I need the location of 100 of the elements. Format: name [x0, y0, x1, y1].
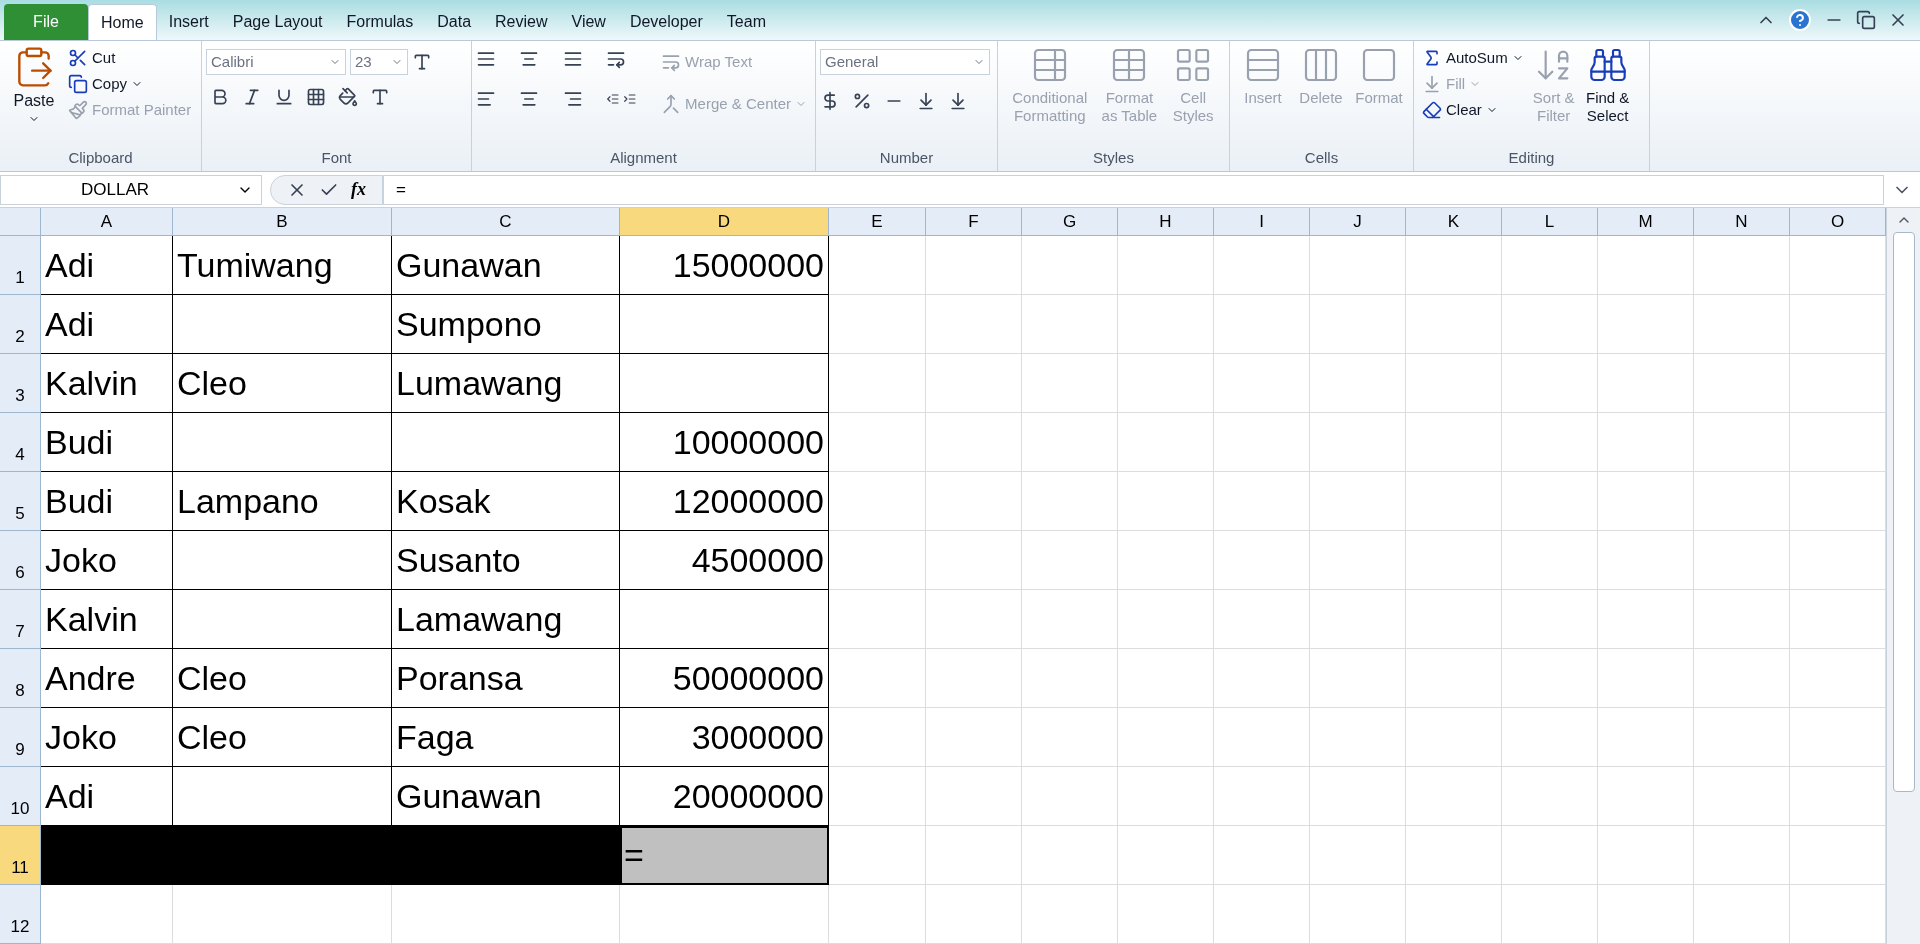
column-header[interactable]: C	[392, 208, 620, 236]
paste-button[interactable]: Paste	[4, 45, 64, 147]
borders-icon[interactable]	[306, 87, 326, 107]
empty-cell[interactable]	[620, 354, 829, 413]
table-cell[interactable]: Budi	[41, 413, 173, 472]
table-cell[interactable]: Joko	[41, 708, 173, 767]
column-header[interactable]: J	[1310, 208, 1406, 236]
column-header[interactable]: F	[926, 208, 1022, 236]
row-header[interactable]: 4	[0, 413, 41, 472]
font-size-dropdown[interactable]: 23	[350, 49, 408, 75]
empty-cell[interactable]	[620, 590, 829, 649]
filled-cell[interactable]	[41, 826, 173, 885]
table-cell[interactable]: Tumiwang	[173, 236, 392, 295]
table-cell[interactable]: =	[620, 826, 829, 885]
empty-cell[interactable]	[173, 531, 392, 590]
ribbon-tab[interactable]: Home	[88, 4, 157, 40]
restore-icon[interactable]	[1856, 10, 1876, 30]
align-bottom-icon[interactable]	[562, 49, 583, 69]
table-cell[interactable]: Faga	[392, 708, 620, 767]
table-cell[interactable]: Gunawan	[392, 236, 620, 295]
column-header[interactable]: O	[1790, 208, 1886, 236]
percent-icon[interactable]	[852, 91, 872, 111]
table-cell[interactable]: Kalvin	[41, 354, 173, 413]
table-cell[interactable]: Budi	[41, 472, 173, 531]
help-icon[interactable]	[1788, 8, 1812, 32]
table-cell[interactable]: Andre	[41, 649, 173, 708]
row-header[interactable]: 1	[0, 236, 41, 295]
insert-function-button[interactable]: fx	[351, 176, 366, 203]
ribbon-tab[interactable]: Team	[714, 4, 778, 40]
ribbon-button[interactable]: AutoSum	[1418, 45, 1528, 71]
table-cell[interactable]: 4500000	[620, 531, 829, 590]
table-cell[interactable]: Cleo	[173, 649, 392, 708]
table-cell[interactable]: Poransa	[392, 649, 620, 708]
file-tab[interactable]: File	[4, 4, 88, 40]
row-header[interactable]: 8	[0, 649, 41, 708]
column-header[interactable]: A	[41, 208, 173, 236]
empty-cell[interactable]	[173, 295, 392, 354]
align-right-icon[interactable]	[562, 89, 583, 109]
italic-icon[interactable]	[242, 87, 262, 107]
table-cell[interactable]: Cleo	[173, 708, 392, 767]
ribbon-button[interactable]: Find & Select	[1579, 45, 1636, 147]
ribbon-button[interactable]: Cut	[64, 45, 196, 71]
table-cell[interactable]: Kosak	[392, 472, 620, 531]
table-cell[interactable]: Adi	[41, 236, 173, 295]
row-header[interactable]: 2	[0, 295, 41, 354]
table-cell[interactable]: 50000000	[620, 649, 829, 708]
ribbon-tab[interactable]: View	[559, 4, 618, 40]
table-cell[interactable]: 15000000	[620, 236, 829, 295]
select-all-corner[interactable]	[0, 208, 41, 236]
font-color-icon[interactable]	[370, 87, 390, 107]
ribbon-button[interactable]: Clear	[1418, 97, 1528, 123]
align-middle-icon[interactable]	[519, 49, 540, 69]
row-header[interactable]: 6	[0, 531, 41, 590]
fill-color-icon[interactable]	[338, 87, 358, 107]
table-cell[interactable]: Cleo	[173, 354, 392, 413]
table-cell[interactable]: Lampano	[173, 472, 392, 531]
table-cell[interactable]: Adi	[41, 295, 173, 354]
column-header[interactable]: D	[620, 208, 829, 236]
table-cell[interactable]: 12000000	[620, 472, 829, 531]
row-header[interactable]: 9	[0, 708, 41, 767]
row-header[interactable]: 3	[0, 354, 41, 413]
column-header[interactable]: M	[1598, 208, 1694, 236]
table-cell[interactable]: Lumawang	[392, 354, 620, 413]
table-cell[interactable]: Sumpono	[392, 295, 620, 354]
row-header[interactable]: 11	[0, 826, 41, 885]
column-header[interactable]: B	[173, 208, 392, 236]
empty-cell[interactable]	[173, 590, 392, 649]
ribbon-button[interactable]: Copy	[64, 71, 196, 97]
ribbon-tab[interactable]: Developer	[617, 4, 715, 40]
row-header[interactable]: 7	[0, 590, 41, 649]
table-cell[interactable]: Lamawang	[392, 590, 620, 649]
align-center-icon[interactable]	[519, 89, 540, 109]
formula-input[interactable]: =	[383, 174, 1884, 205]
row-header[interactable]: 10	[0, 767, 41, 826]
scrollbar-thumb[interactable]	[1892, 232, 1915, 792]
row-header[interactable]: 12	[0, 885, 41, 944]
empty-cell[interactable]	[392, 413, 620, 472]
underline-icon[interactable]	[274, 87, 294, 107]
ribbon-tab[interactable]: Formulas	[334, 4, 426, 40]
name-box[interactable]: DOLLAR	[0, 174, 262, 205]
ribbon-tab[interactable]: Insert	[156, 4, 221, 40]
number-format-dropdown[interactable]: General	[820, 49, 990, 75]
row-header[interactable]: 5	[0, 472, 41, 531]
empty-cell[interactable]	[620, 295, 829, 354]
column-header[interactable]: G	[1022, 208, 1118, 236]
vertical-scrollbar[interactable]	[1886, 208, 1920, 944]
empty-cell[interactable]	[173, 413, 392, 472]
column-header[interactable]: I	[1214, 208, 1310, 236]
ribbon-tab[interactable]: Data	[425, 4, 484, 40]
table-cell[interactable]: Kalvin	[41, 590, 173, 649]
column-header[interactable]: K	[1406, 208, 1502, 236]
align-top-icon[interactable]	[476, 49, 496, 69]
align-left-icon[interactable]	[476, 89, 496, 109]
table-cell[interactable]: 10000000	[620, 413, 829, 472]
column-header[interactable]: H	[1118, 208, 1214, 236]
filled-cell[interactable]	[392, 826, 620, 885]
table-cell[interactable]: Susanto	[392, 531, 620, 590]
column-header[interactable]: N	[1694, 208, 1790, 236]
ribbon-tab[interactable]: Page Layout	[220, 4, 335, 40]
orientation-icon[interactable]	[605, 49, 626, 69]
